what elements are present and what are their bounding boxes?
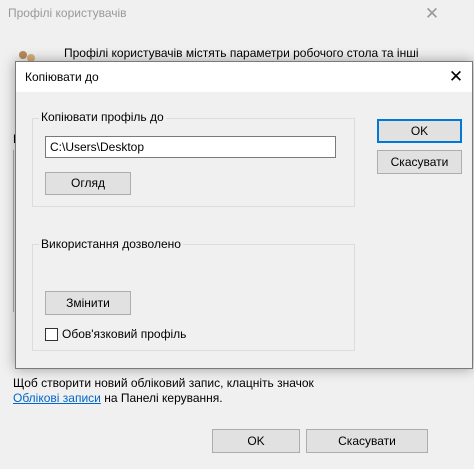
- info-text-rest: на Панелі керування.: [100, 391, 223, 405]
- copy-path-input[interactable]: [45, 136, 336, 158]
- copy-to-title: Копіювати до: [25, 70, 99, 84]
- cancel-button[interactable]: Скасувати: [377, 150, 462, 174]
- copy-to-titlebar: Копіювати до ✕: [16, 62, 472, 92]
- copy-profile-group-label: Копіювати профіль до: [39, 110, 166, 124]
- close-icon[interactable]: ✕: [420, 3, 444, 25]
- usage-permitted-group-label: Використання дозволено: [39, 237, 183, 251]
- ok-button-background[interactable]: OK: [212, 429, 300, 453]
- close-icon[interactable]: ✕: [446, 66, 466, 88]
- user-accounts-link[interactable]: Облікові записи: [13, 391, 101, 405]
- info-text: Щоб створити новий обліковий запис, клац…: [13, 376, 314, 390]
- copy-to-dialog: Копіювати до ✕ Копіювати профіль до Огля…: [15, 61, 473, 369]
- user-profiles-description: Профілі користувачів містять параметри р…: [64, 46, 419, 60]
- browse-button[interactable]: Огляд: [45, 172, 131, 195]
- user-profiles-title: Профілі користувачів: [8, 6, 127, 20]
- cancel-button-background[interactable]: Скасувати: [306, 429, 428, 453]
- create-account-info: Щоб створити новий обліковий запис, клац…: [13, 376, 314, 406]
- change-button[interactable]: Змінити: [45, 291, 131, 315]
- user-profiles-titlebar: Профілі користувачів ✕: [0, 0, 474, 30]
- mandatory-profile-checkbox[interactable]: [45, 328, 58, 341]
- mandatory-profile-label: Обов'язковий профіль: [62, 327, 187, 341]
- info-line-2: Облікові записи на Панелі керування.: [13, 391, 314, 406]
- ok-button[interactable]: OK: [377, 119, 462, 143]
